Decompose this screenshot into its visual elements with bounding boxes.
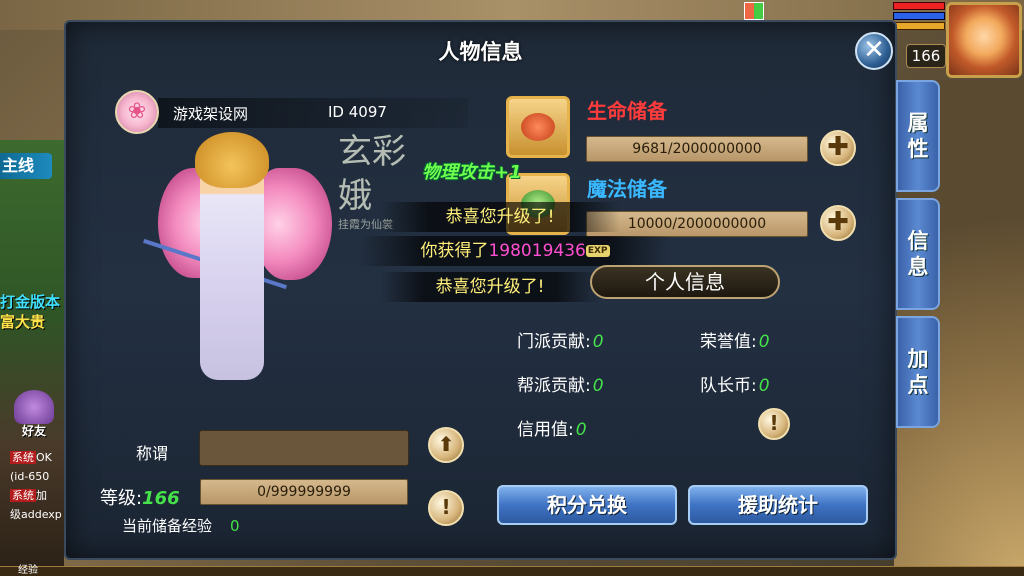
stat-label: 信用值: xyxy=(517,420,574,440)
stored-exp-label: 当前储备经验 xyxy=(122,517,213,535)
credit-help-button[interactable]: ! xyxy=(758,408,790,440)
stat-label: 队长币: xyxy=(700,376,757,396)
honor-value: 荣誉值: 0 xyxy=(700,327,770,352)
stat-value: 0 xyxy=(758,376,770,396)
level-value: 166 xyxy=(142,488,180,509)
tab-label: 加 点 xyxy=(907,347,929,397)
chat-line: (id-650 xyxy=(10,467,66,486)
tab-add-points[interactable]: 加 点 xyxy=(896,316,940,428)
stat-label: 门派贡献: xyxy=(517,332,591,352)
hp-reserve-add-button[interactable]: ✚ xyxy=(820,130,856,166)
mp-reserve-title: 魔法储备 xyxy=(587,177,667,201)
player-hp-bar xyxy=(893,2,945,10)
promo-text[interactable]: 打金版本 富大贵 xyxy=(0,292,64,332)
title-upload-button[interactable]: ⬆ xyxy=(428,427,464,463)
close-icon: ✕ xyxy=(863,35,885,65)
alert-icon: ! xyxy=(769,411,779,435)
stat-value: 0 xyxy=(592,376,604,396)
system-tag: 系统 xyxy=(10,489,36,502)
stat-label: 帮派贡献: xyxy=(517,376,591,396)
upload-icon: ⬆ xyxy=(437,432,455,456)
plus-icon: ✚ xyxy=(827,207,849,237)
player-mp-bar xyxy=(893,12,945,20)
tab-attributes[interactable]: 属 性 xyxy=(896,80,940,192)
title-label: 称谓 xyxy=(136,444,169,463)
friend-icon[interactable] xyxy=(14,390,54,424)
hp-reserve-bar: 9681/2000000000 xyxy=(586,136,808,162)
main-quest-tab[interactable]: 主线 xyxy=(0,153,52,179)
chat-log[interactable]: 系统 OK (id-650 系统加 级addexp xyxy=(10,448,66,524)
exp-bar: 0/999999999 xyxy=(200,479,408,505)
system-tag: 系统 xyxy=(10,451,36,464)
chat-text: (id-650 xyxy=(10,470,50,483)
points-exchange-button[interactable]: 积分兑换 xyxy=(497,485,677,525)
stat-value: 0 xyxy=(575,420,587,440)
mp-reserve-add-button[interactable]: ✚ xyxy=(820,205,856,241)
level-help-button[interactable]: ! xyxy=(428,490,464,526)
levelup-notice: 恭喜您升级了! xyxy=(380,202,620,232)
title-field[interactable] xyxy=(199,430,409,466)
buff-float-text: 物理攻击+1 xyxy=(422,162,522,183)
exp-gain-value: 198019436 xyxy=(488,241,586,261)
promo-line-2: 富大贵 xyxy=(0,313,46,331)
stat-label: 荣誉值: xyxy=(700,332,757,352)
chat-line: 系统 OK xyxy=(10,448,66,467)
hp-reserve-bowl-icon xyxy=(506,96,570,158)
stored-exp-value: 0 xyxy=(230,517,240,535)
chat-text: 加 xyxy=(36,489,47,502)
alert-icon: ! xyxy=(441,495,451,519)
player-portrait-avatar[interactable] xyxy=(946,2,1022,78)
panel-title: 人物信息 xyxy=(438,40,523,64)
close-button[interactable]: ✕ xyxy=(855,32,893,70)
tab-label: 属 性 xyxy=(907,111,929,161)
character-hair xyxy=(195,132,269,188)
guild-contribution: 帮派贡献: 0 xyxy=(517,371,604,396)
stat-value: 0 xyxy=(758,332,770,352)
sect-contribution: 门派贡献: 0 xyxy=(517,327,604,352)
plus-icon: ✚ xyxy=(827,132,849,162)
levelup-notice: 恭喜您升级了! xyxy=(380,272,600,302)
chat-line: 级addexp xyxy=(10,505,66,524)
exp-icon: EXP xyxy=(585,245,610,257)
player-name: 游戏架设网 xyxy=(173,105,249,123)
exp-gain-prefix: 你获得了 xyxy=(420,241,489,261)
lotus-sect-icon xyxy=(115,90,159,134)
tab-info[interactable]: 信 息 xyxy=(896,198,940,310)
assist-stats-button[interactable]: 援助统计 xyxy=(688,485,868,525)
chat-text: 级addexp xyxy=(10,508,62,521)
player-id: ID 4097 xyxy=(328,103,387,121)
promo-line-1: 打金版本 xyxy=(0,293,61,311)
chat-line: 系统加 xyxy=(10,486,66,505)
stored-exp: 当前储备经验 0 xyxy=(122,515,240,536)
player-level-badge: 166 xyxy=(906,44,946,68)
tab-label: 信 息 xyxy=(907,229,929,279)
credit-value: 信用值: 0 xyxy=(517,415,587,440)
hp-reserve-title: 生命储备 xyxy=(587,99,667,123)
chat-text: OK xyxy=(36,451,52,464)
level-label-text: 等级: xyxy=(100,488,143,509)
exp-bar-label: 经验 xyxy=(18,565,38,576)
exp-gain-notice: 你获得了198019436 EXP xyxy=(360,236,670,266)
character-wing-right xyxy=(256,168,332,280)
stat-value: 0 xyxy=(592,332,604,352)
player-sp-bar xyxy=(893,22,945,30)
personal-info-button[interactable]: 个人信息 xyxy=(590,265,780,299)
gift-icon[interactable] xyxy=(744,2,764,20)
exp-progress-bar xyxy=(0,566,1024,576)
friend-label: 好友 xyxy=(22,424,47,438)
level-label: 等级:166 xyxy=(100,484,180,510)
captain-coin: 队长币: 0 xyxy=(700,371,770,396)
